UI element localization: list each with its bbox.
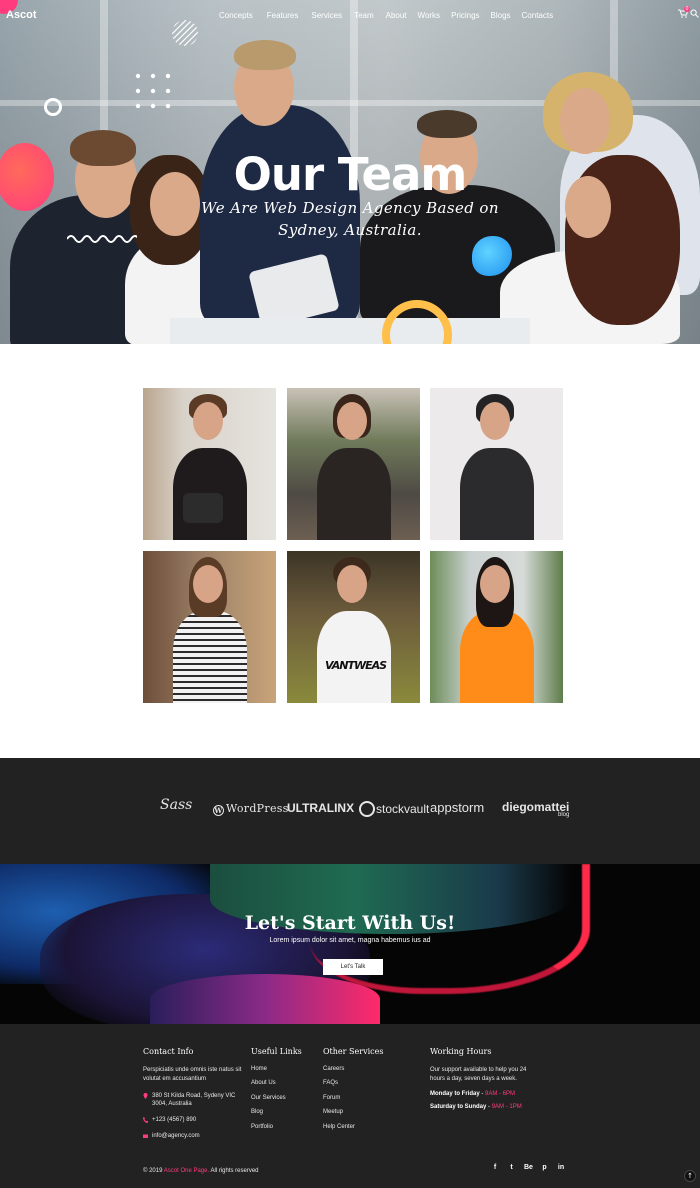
team-member-photo xyxy=(234,40,296,70)
hours-label: Monday to Friday xyxy=(430,1091,480,1097)
footer-contact-text: Perspiciatis unde omnis iste natus sit v… xyxy=(143,1067,242,1082)
cta-title: Let's Start With Us! xyxy=(244,912,456,934)
nav-item-contacts[interactable]: Contacts xyxy=(522,11,554,20)
copyright-link[interactable]: Ascot One Page. xyxy=(164,1168,209,1174)
cta-section: Let's Start With Us! Lorem ipsum dolor s… xyxy=(0,864,700,1024)
brand-label: stockvault xyxy=(376,802,430,816)
hours-description: Our support available to help you 24 hou… xyxy=(430,1067,527,1082)
lets-talk-button[interactable]: Let's Talk xyxy=(323,959,383,975)
email-text[interactable]: info@agency.com xyxy=(152,1132,200,1140)
social-links: f t Be p in xyxy=(491,1164,574,1172)
team-photo-tile[interactable] xyxy=(287,388,420,540)
top-navbar: Ascot Concepts Features Services Team Ab… xyxy=(0,0,700,28)
map-pin-icon xyxy=(143,1093,148,1099)
twitter-icon[interactable]: t xyxy=(508,1164,516,1172)
footer-heading: Contact Info xyxy=(143,1047,194,1056)
team-photo-tile[interactable] xyxy=(143,388,276,540)
nav-item-team[interactable]: Team xyxy=(354,11,374,20)
behance-icon[interactable]: Be xyxy=(524,1164,533,1172)
nav-item-works[interactable]: Works xyxy=(418,11,441,20)
hours-label: Saturday to Sunday xyxy=(430,1104,487,1110)
nav-item-pricings[interactable]: Pricings xyxy=(451,11,479,20)
address-text: 380 St Kilda Road, Sydeny VIC 3004, Aust… xyxy=(152,1093,236,1107)
nav-menu: Concepts Features Services Team About Wo… xyxy=(219,11,553,20)
team-member-photo xyxy=(560,88,610,154)
team-grid: VANTWEAS xyxy=(0,344,700,758)
footer-link-careers[interactable]: Careers xyxy=(323,1066,383,1072)
footer-link-faqs[interactable]: FAQs xyxy=(323,1080,383,1086)
nav-item-about[interactable]: About xyxy=(386,11,407,20)
footer-link-blog[interactable]: Blog xyxy=(251,1109,302,1115)
copyright-year: © 2019 xyxy=(143,1168,163,1174)
footer-address: 380 St Kilda Road, Sydeny VIC 3004, Aust… xyxy=(143,1092,243,1108)
hours-weekday: Monday to Friday - 9AM - 6PM xyxy=(430,1091,516,1097)
decor-wave xyxy=(67,235,137,243)
page: Ascot Concepts Features Services Team Ab… xyxy=(0,0,700,1188)
footer-link-help-center[interactable]: Help Center xyxy=(323,1124,383,1130)
footer-link-portfolio[interactable]: Portfolio xyxy=(251,1124,302,1130)
team-member-photo xyxy=(417,110,477,138)
team-photo-tile[interactable]: VANTWEAS xyxy=(287,551,420,703)
cta-background xyxy=(150,974,380,1024)
footer-heading: Working Hours xyxy=(430,1047,492,1056)
hours-time: 9AM - 1PM xyxy=(491,1104,522,1110)
cta-text: Lorem ipsum dolor sit amet, magna habemu… xyxy=(269,937,431,944)
footer-link-forum[interactable]: Forum xyxy=(323,1095,383,1101)
scroll-to-top-button[interactable]: ↑ xyxy=(684,1170,696,1182)
brand-logo-sass: Sass xyxy=(160,797,193,813)
brands-strip: Sass W WordPress ULTRALINX stockvault app… xyxy=(0,758,700,864)
nav-item-features[interactable]: Features xyxy=(267,11,299,20)
phone-icon xyxy=(143,1117,148,1123)
footer-heading: Other Services xyxy=(323,1047,384,1056)
footer-useful-links: Useful Links Home About Us Our Services … xyxy=(251,1047,302,1138)
hero-section: Ascot Concepts Features Services Team Ab… xyxy=(0,0,700,344)
footer: Contact Info Perspiciatis unde omnis ist… xyxy=(0,1024,700,1188)
linkedin-icon[interactable]: in xyxy=(557,1164,565,1172)
footer-link-about-us[interactable]: About Us xyxy=(251,1080,302,1086)
footer-contact-column: Contact Info Perspiciatis unde omnis ist… xyxy=(143,1047,243,1140)
brand-logo-wordpress: W WordPress xyxy=(213,802,289,816)
team-photo-tile[interactable] xyxy=(143,551,276,703)
copyright: © 2019 Ascot One Page. All rights reserv… xyxy=(143,1168,259,1174)
meeting-table xyxy=(170,318,530,344)
mail-icon xyxy=(143,1134,148,1138)
shirt-print: VANTWEAS xyxy=(325,659,387,672)
decor-ring xyxy=(44,98,62,116)
facebook-icon[interactable]: f xyxy=(491,1164,499,1172)
footer-link-home[interactable]: Home xyxy=(251,1066,302,1072)
nav-item-services[interactable]: Services xyxy=(311,11,342,20)
footer-phone: +123 (4567) 890 xyxy=(143,1116,243,1124)
brand-logo-appstorm: appstorm xyxy=(430,800,485,815)
nav-item-blogs[interactable]: Blogs xyxy=(491,11,511,20)
footer-link-our-services[interactable]: Our Services xyxy=(251,1095,302,1101)
hero-title: Our Team xyxy=(233,148,468,201)
brand-label: WordPress xyxy=(226,802,289,815)
decor-dots xyxy=(135,73,171,109)
hours-weekend: Saturday to Sunday - 9AM - 1PM xyxy=(430,1104,522,1110)
search-icon[interactable] xyxy=(690,9,699,18)
team-photo-tile[interactable] xyxy=(430,388,563,540)
copyright-rights: All rights reserved xyxy=(210,1168,259,1174)
phone-text[interactable]: +123 (4567) 890 xyxy=(152,1116,196,1124)
footer-other-services: Other Services Careers FAQs Forum Meetup… xyxy=(323,1047,383,1138)
footer-link-meetup[interactable]: Meetup xyxy=(323,1109,383,1115)
hours-time: 9AM - 6PM xyxy=(485,1091,516,1097)
brand-logo-ultralinx: ULTRALINX xyxy=(287,801,355,815)
hero-subtitle: We Are Web Design Agency Based on Sydney… xyxy=(201,199,499,239)
team-photo-tile[interactable] xyxy=(430,551,563,703)
logo[interactable]: Ascot xyxy=(6,9,37,21)
pinterest-icon[interactable]: p xyxy=(541,1164,549,1172)
footer-working-hours: Working Hours Our support available to h… xyxy=(430,1047,530,1110)
footer-email: info@agency.com xyxy=(143,1132,243,1140)
footer-heading: Useful Links xyxy=(251,1047,302,1056)
brand-logo-diegomattei: diegomattei blog xyxy=(502,800,569,818)
brand-logo-stockvault: stockvault xyxy=(359,801,429,817)
wordpress-icon: W xyxy=(213,805,224,816)
stockvault-icon xyxy=(359,801,375,817)
nav-item-concepts[interactable]: Concepts xyxy=(219,11,253,20)
